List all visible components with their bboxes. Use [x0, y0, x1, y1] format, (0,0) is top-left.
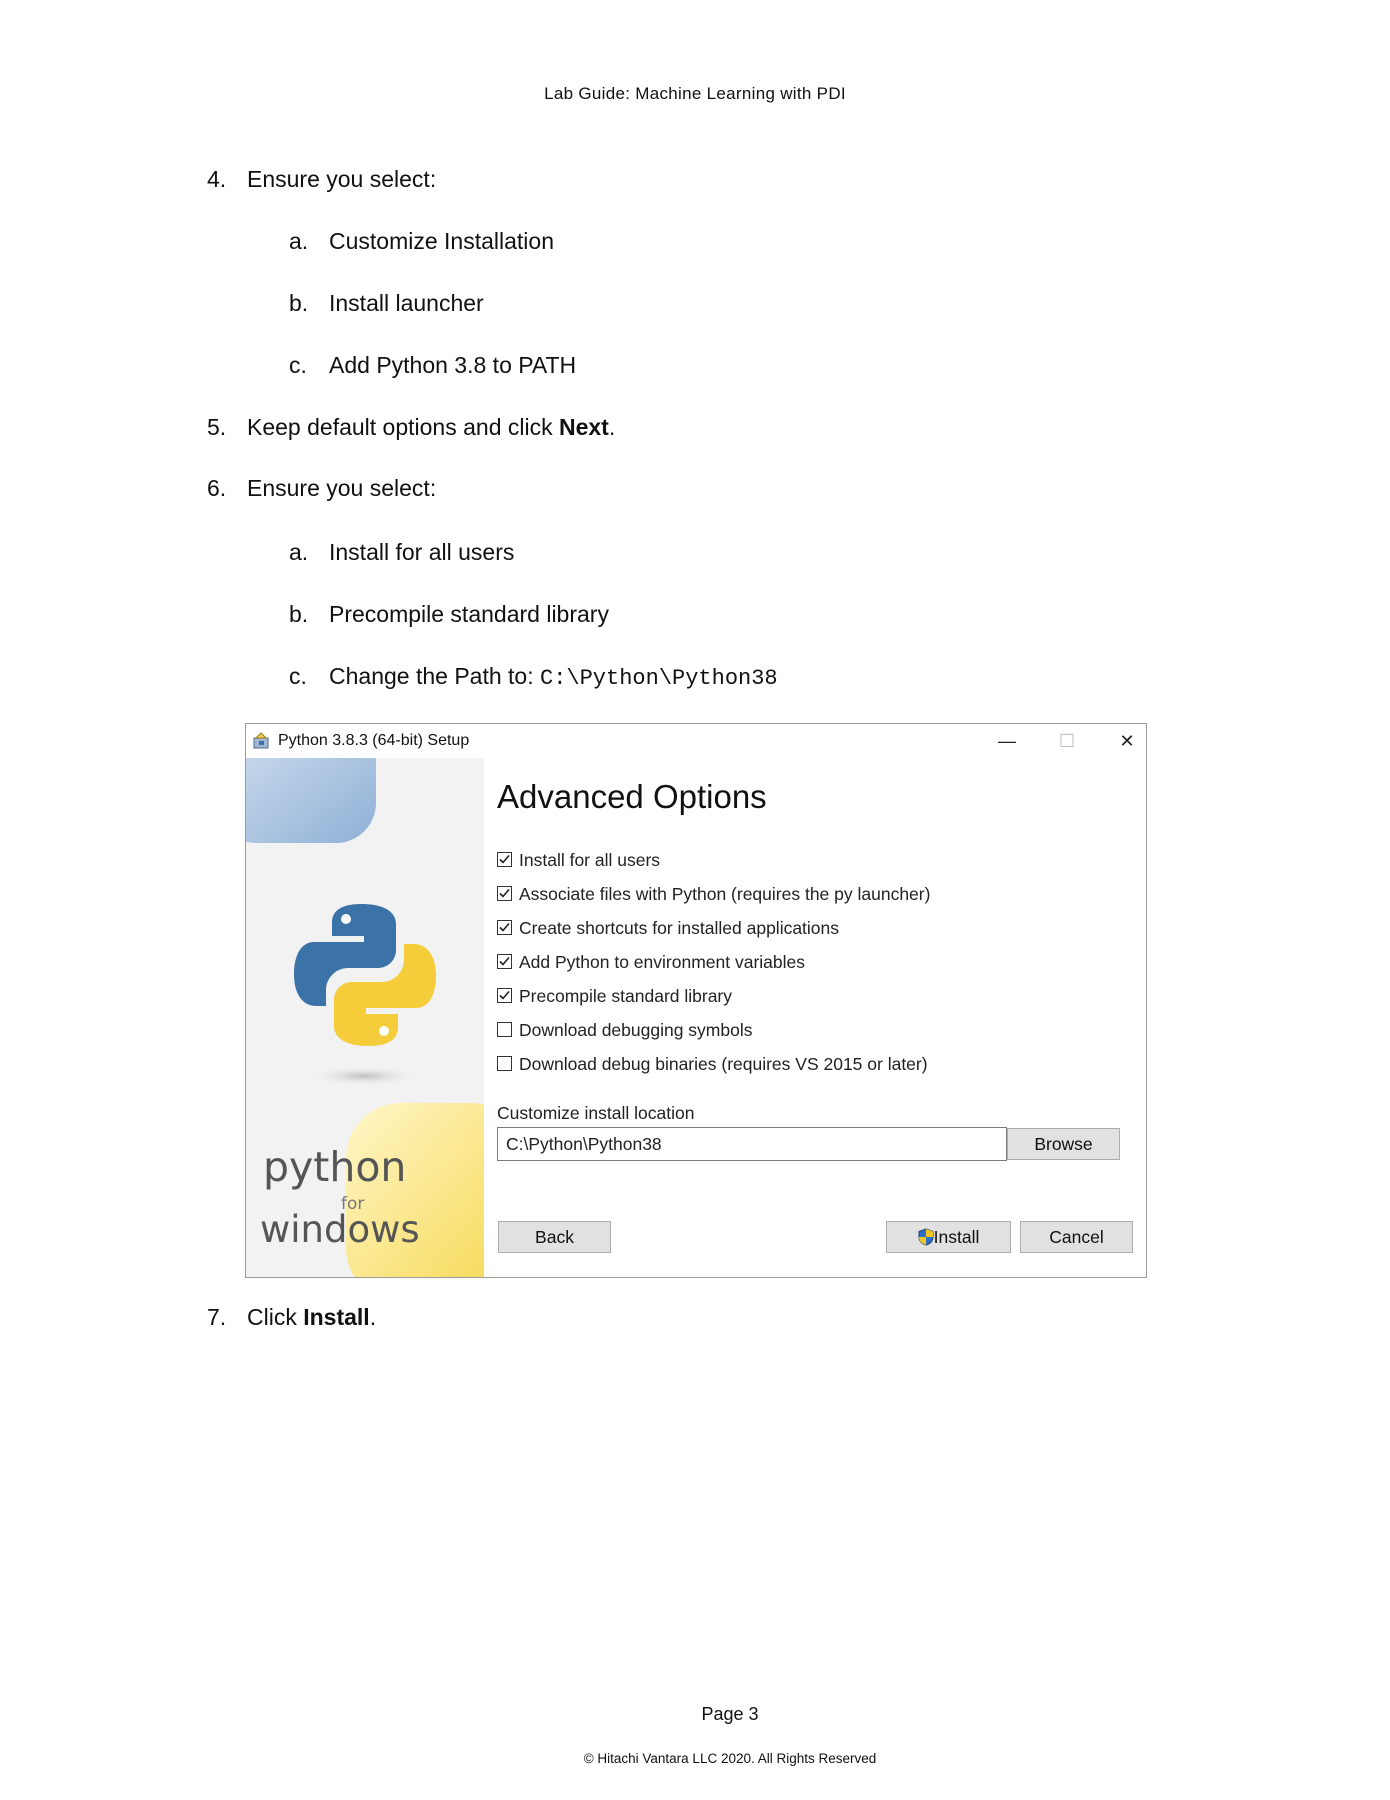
python-installer-icon [253, 732, 269, 749]
install-button-label: Install [933, 1227, 980, 1247]
minimize-button[interactable]: — [984, 724, 1030, 758]
checkmark-icon [499, 922, 510, 932]
brand-windows-text: windows [260, 1208, 420, 1251]
blue-corner-shape [246, 758, 376, 843]
install-path-code: C:\Python\Python38 [540, 666, 778, 691]
checkbox-checked[interactable] [497, 852, 512, 867]
install-keyword: Install [303, 1304, 370, 1330]
step-text: Click Install. [247, 1304, 376, 1331]
checkbox-checked[interactable] [497, 954, 512, 969]
substep-letter: c. [289, 663, 307, 689]
step-number: 4. [207, 166, 227, 192]
step-number: 7. [207, 1304, 227, 1330]
python-setup-dialog: Python 3.8.3 (64-bit) Setup — ☐ ✕ python… [245, 723, 1147, 1278]
cancel-button[interactable]: Cancel [1020, 1221, 1133, 1253]
step-text-part: Keep default options and click [247, 414, 559, 440]
option-label: Create shortcuts for installed applicati… [519, 918, 840, 938]
checkmark-icon [499, 888, 510, 898]
step-text-part: Click [247, 1304, 304, 1330]
option-label: Download debug binaries (requires VS 201… [519, 1054, 928, 1074]
checkbox-unchecked[interactable] [497, 1056, 512, 1071]
substep-text: Add Python 3.8 to PATH [329, 352, 577, 378]
install-location-label: Customize install location [497, 1103, 695, 1123]
back-button[interactable]: Back [498, 1221, 611, 1253]
step-text: Ensure you select: [247, 475, 437, 501]
step-number: 5. [207, 414, 227, 440]
substep-text: Install for all users [329, 539, 515, 565]
maximize-button[interactable]: ☐ [1044, 724, 1090, 758]
substep-letter: a. [289, 228, 309, 254]
uac-shield-icon [918, 1228, 934, 1246]
option-label: Download debugging symbols [519, 1020, 753, 1040]
install-button[interactable]: Install [886, 1221, 1011, 1253]
checkbox-unchecked[interactable] [497, 1022, 512, 1037]
dialog-titlebar: Python 3.8.3 (64-bit) Setup — ☐ ✕ [246, 724, 1146, 758]
option-label: Install for all users [519, 850, 661, 870]
advanced-options-heading: Advanced Options [497, 778, 767, 815]
dialog-content: Advanced Options Install for all users As… [484, 758, 1146, 1277]
checkbox-checked[interactable] [497, 886, 512, 901]
copyright-notice: © Hitachi Vantara LLC 2020. All Rights R… [583, 1751, 877, 1766]
step-text-part: . [608, 414, 616, 440]
install-location-input[interactable] [497, 1127, 1007, 1161]
step-text: Keep default options and click Next. [247, 414, 615, 441]
dialog-title: Python 3.8.3 (64-bit) Setup [278, 732, 470, 749]
substep-letter: a. [289, 539, 309, 565]
checkmark-icon [499, 990, 510, 1000]
close-button[interactable]: ✕ [1104, 724, 1150, 758]
step-text: Ensure you select: [247, 166, 437, 192]
substep-letter: b. [289, 290, 309, 316]
checkbox-checked[interactable] [497, 988, 512, 1003]
option-label: Add Python to environment variables [519, 952, 805, 972]
substep-letter: b. [289, 601, 309, 627]
checkbox-checked[interactable] [497, 920, 512, 935]
browse-button[interactable]: Browse [1007, 1128, 1120, 1160]
brand-python-text: python [263, 1143, 407, 1191]
banner-art [246, 758, 484, 1277]
next-keyword: Next [558, 414, 609, 440]
page-header: Lab Guide: Machine Learning with PDI [544, 84, 846, 103]
python-side-banner: python for windows [246, 758, 484, 1277]
substep-text: Change the Path to: C:\Python\Python38 [329, 663, 778, 691]
page-number: Page 3 [701, 1704, 759, 1724]
substep-text-part: Change the Path to: [329, 663, 540, 689]
substep-text: Precompile standard library [329, 601, 609, 627]
substep-text: Install launcher [329, 290, 484, 316]
checkmark-icon [499, 956, 510, 966]
option-label: Precompile standard library [519, 986, 733, 1006]
substep-letter: c. [289, 352, 307, 378]
substep-text: Customize Installation [329, 228, 554, 254]
checkmark-icon [499, 854, 510, 864]
step-number: 6. [207, 475, 227, 501]
option-label: Associate files with Python (requires th… [519, 884, 931, 904]
step-text-part: . [369, 1304, 377, 1330]
